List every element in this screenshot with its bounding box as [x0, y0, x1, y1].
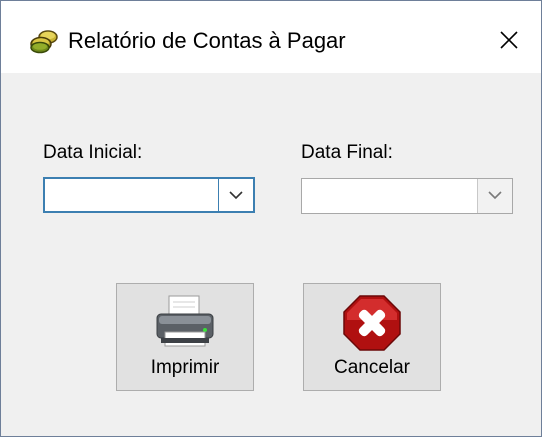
- data-final-dropdown-button[interactable]: [477, 179, 512, 213]
- cancel-x-icon: [340, 292, 404, 357]
- data-final-label: Data Final:: [301, 142, 393, 163]
- window-title: Relatório de Contas à Pagar: [68, 28, 346, 53]
- printer-icon: [153, 294, 217, 355]
- close-button[interactable]: [489, 23, 531, 59]
- data-inicial-dropdown-button[interactable]: [218, 179, 253, 211]
- title-bar[interactable]: Relatório de Contas à Pagar: [1, 1, 541, 73]
- coins-icon: [29, 28, 59, 54]
- cancelar-button[interactable]: Cancelar: [303, 283, 441, 391]
- data-inicial-label: Data Inicial:: [43, 142, 143, 163]
- data-inicial-combobox[interactable]: [43, 177, 255, 213]
- imprimir-button-label: Imprimir: [150, 357, 220, 378]
- data-final-combobox[interactable]: [301, 178, 513, 214]
- report-dialog-window: Relatório de Contas à Pagar Data Inicial…: [0, 0, 542, 437]
- imprimir-button[interactable]: Imprimir: [116, 283, 254, 391]
- cancelar-button-label: Cancelar: [333, 357, 411, 378]
